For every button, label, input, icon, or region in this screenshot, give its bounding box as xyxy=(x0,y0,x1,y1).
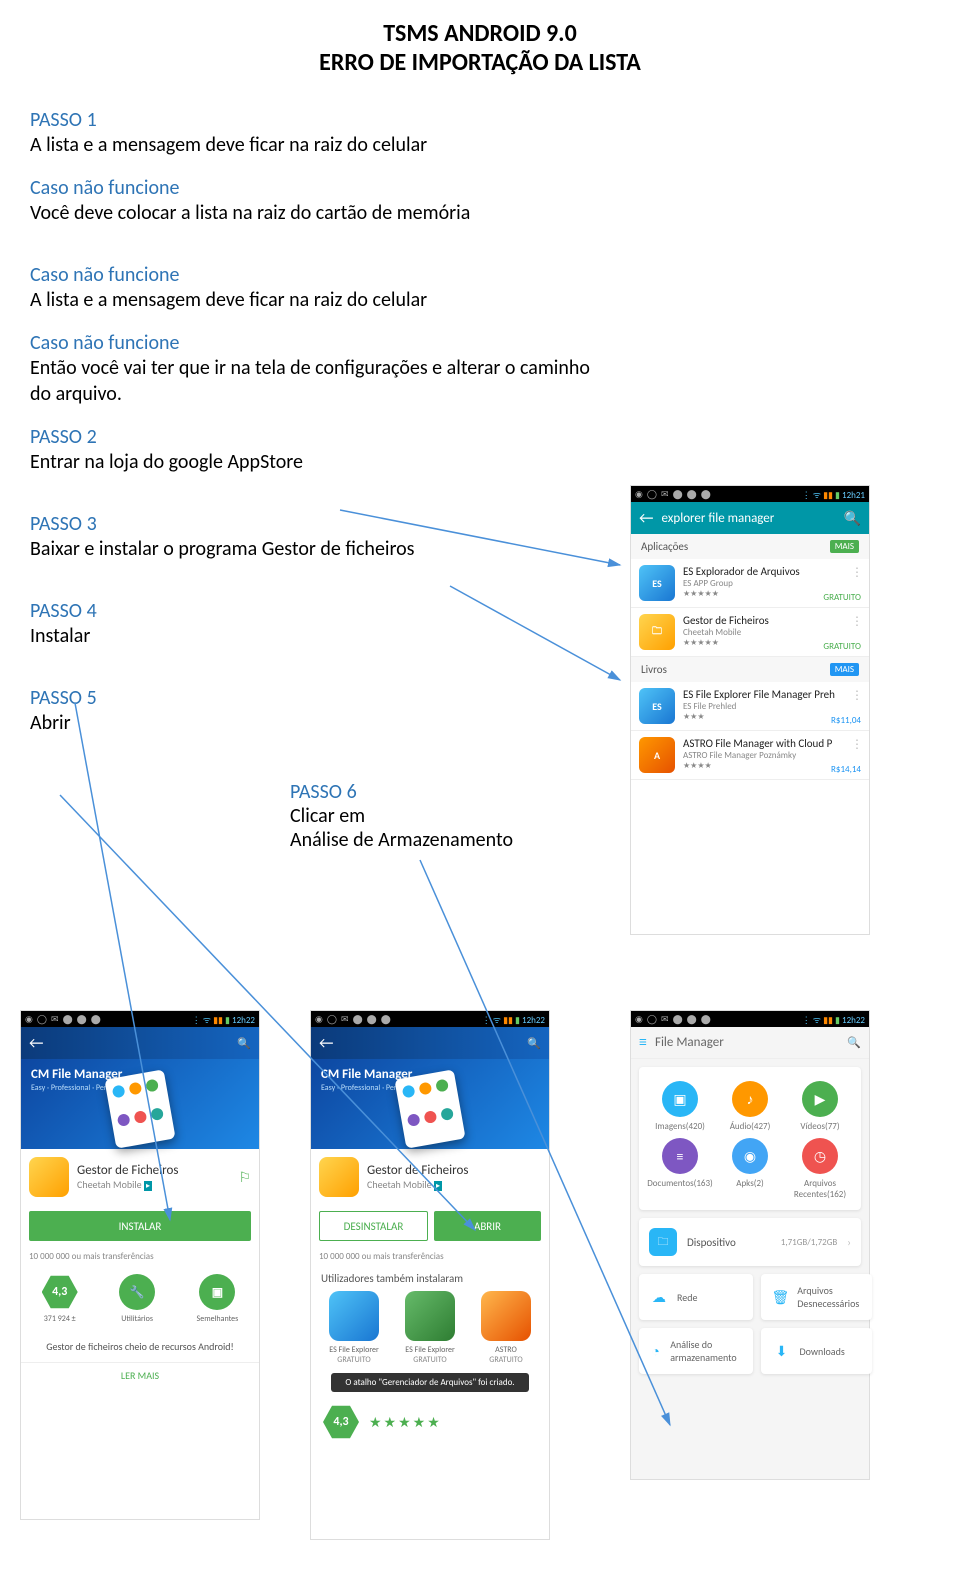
read-more-button[interactable]: LER MAIS xyxy=(21,1362,259,1388)
playstore-search-screenshot: ◉ ◯ ✉ ⬤ ⬤ ⬤ ⋮ ᯤ ▮▮ ▮ 12h21 ← explorer fi… xyxy=(630,485,870,935)
detail-header: ← 🔍 xyxy=(311,1027,549,1059)
app-row[interactable]: ES ES Explorador de ArquivosES APP Group… xyxy=(631,559,869,608)
menu-icon[interactable]: ≡ xyxy=(639,1033,647,1052)
app-description: Gestor de ficheiros cheio de recursos An… xyxy=(21,1332,259,1362)
step6-text2: Análise de Armazenamento xyxy=(290,828,513,852)
also-item[interactable]: ES File ExplorerGRATUITO xyxy=(319,1291,389,1365)
fm-category[interactable]: ▶Vídeos(77) xyxy=(787,1081,853,1132)
step2-label: PASSO 2 xyxy=(30,425,590,449)
search-icon[interactable]: 🔍 xyxy=(847,1036,861,1049)
cnf2-label: Caso não funcione xyxy=(30,263,590,287)
step6-text1: Clicar em xyxy=(290,804,513,828)
stats-row: 4,3371 924 ± 🔧Utilitários ▣Semelhantes xyxy=(21,1266,259,1332)
search-icon[interactable]: 🔍 xyxy=(237,1037,251,1050)
fm-header: ≡ File Manager 🔍 xyxy=(631,1027,869,1059)
rating-row: 4,3 ★★★★★ xyxy=(311,1396,549,1448)
hero-banner: CM File Manager Easy · Professional · Pe… xyxy=(21,1059,259,1149)
app-icon: 🗀 xyxy=(639,614,675,650)
page-title: TSMS ANDROID 9.0 ERRO DE IMPORTAÇÃO DA L… xyxy=(30,20,930,78)
uninstall-button[interactable]: DESINSTALAR xyxy=(319,1211,428,1241)
more-icon[interactable]: ⋮ xyxy=(851,737,863,752)
detail-header: ← 🔍 xyxy=(21,1027,259,1059)
folder-icon: 🗀 xyxy=(649,1228,677,1256)
fm-category[interactable]: ◉Apks(2) xyxy=(717,1138,783,1200)
fm-tile[interactable]: ⬇Downloads xyxy=(761,1328,871,1374)
toast-message: O atalho "Gerenciador de Arquivos" foi c… xyxy=(331,1373,529,1392)
back-icon[interactable]: ← xyxy=(29,1034,43,1053)
app-icon: A xyxy=(639,737,675,773)
search-icon[interactable]: 🔍 xyxy=(527,1037,541,1050)
more-icon[interactable]: ⋮ xyxy=(851,565,863,580)
cnf2-text: A lista e a mensagem deve ficar na raiz … xyxy=(30,287,590,313)
play-search-header: ← explorer file manager 🔍 xyxy=(631,502,869,534)
step3-text: Baixar e instalar o programa Gestor de f… xyxy=(30,536,590,562)
transfer-count: 10 000 000 ou mais transferências xyxy=(21,1247,259,1266)
chevron-right-icon: › xyxy=(847,1236,851,1249)
step1-text: A lista e a mensagem deve ficar na raiz … xyxy=(30,132,590,158)
app-row[interactable]: 🗀 Gestor de FicheirosCheetah Mobile★★★★★… xyxy=(631,608,869,657)
search-icon[interactable]: 🔍 xyxy=(844,510,861,527)
fm-category[interactable]: ◷Arquivos Recentes(162) xyxy=(787,1138,853,1200)
back-icon[interactable]: ← xyxy=(319,1034,333,1053)
step4-text: Instalar xyxy=(30,623,590,649)
section-apps: Aplicações MAIS xyxy=(631,534,869,559)
mais-badge[interactable]: MAIS xyxy=(830,540,859,553)
app-icon xyxy=(29,1157,69,1197)
also-item[interactable]: ASTROGRATUITO xyxy=(471,1291,541,1365)
install-button[interactable]: INSTALAR xyxy=(29,1211,251,1241)
fm-category[interactable]: ♪Áudio(427) xyxy=(717,1081,783,1132)
step5-text: Abrir xyxy=(30,710,590,736)
fm-tile[interactable]: ☁Rede xyxy=(639,1274,753,1320)
app-row[interactable]: A ASTRO File Manager with Cloud PASTRO F… xyxy=(631,731,869,780)
step5-label: PASSO 5 xyxy=(30,686,590,710)
status-bar: ◉ ◯ ✉ ⬤ ⬤ ⬤ ⋮ ᯤ ▮▮ ▮ 12h22 xyxy=(311,1011,549,1027)
step3-label: PASSO 3 xyxy=(30,512,590,536)
fm-tile[interactable]: ◔Análise do armazenamento xyxy=(639,1328,753,1374)
mais-badge[interactable]: MAIS xyxy=(830,663,859,676)
transfer-count: 10 000 000 ou mais transferências xyxy=(311,1247,549,1266)
step1-label: PASSO 1 xyxy=(30,108,590,132)
also-installed-title: Utilizadores também instalaram xyxy=(311,1266,549,1291)
also-item[interactable]: ES File ExplorerGRATUITO xyxy=(395,1291,465,1365)
search-term[interactable]: explorer file manager xyxy=(661,511,835,526)
hero-banner: CM File Manager Easy · Professional · Pe… xyxy=(311,1059,549,1149)
app-row[interactable]: ES ES File Explorer File Manager PrehES … xyxy=(631,682,869,731)
bookmark-icon[interactable]: ⚐ xyxy=(238,1169,251,1186)
open-button[interactable]: ABRIR xyxy=(434,1211,541,1241)
step6-label: PASSO 6 xyxy=(290,780,513,804)
fm-tile[interactable]: 🗑Arquivos Desnecessários xyxy=(761,1274,871,1320)
app-header-row: Gestor de Ficheiros Cheetah Mobile ▸ ⚐ xyxy=(21,1149,259,1205)
app-icon: ES xyxy=(639,565,675,601)
status-bar: ◉ ◯ ✉ ⬤ ⬤ ⬤ ⋮ ᯤ ▮▮ ▮ 12h22 xyxy=(631,1011,869,1027)
step4-label: PASSO 4 xyxy=(30,599,590,623)
fm-category[interactable]: ≡Documentos(163) xyxy=(647,1138,713,1200)
cnf1-text: Você deve colocar a lista na raiz do car… xyxy=(30,200,590,226)
cnf3-text: Então você vai ter que ir na tela de con… xyxy=(30,355,590,407)
device-storage-row[interactable]: 🗀 Dispositivo 1,71GB/1,72GB › xyxy=(639,1218,861,1266)
more-icon[interactable]: ⋮ xyxy=(851,688,863,703)
appdetail-open-screenshot: ◉ ◯ ✉ ⬤ ⬤ ⬤ ⋮ ᯤ ▮▮ ▮ 12h22 ← 🔍 CM File M… xyxy=(310,1010,550,1540)
app-icon: ES xyxy=(639,688,675,724)
section-books: Livros MAIS xyxy=(631,657,869,682)
app-header-row: Gestor de Ficheiros Cheetah Mobile ▸ xyxy=(311,1149,549,1205)
status-bar: ◉ ◯ ✉ ⬤ ⬤ ⬤ ⋮ ᯤ ▮▮ ▮ 12h22 xyxy=(21,1011,259,1027)
filemanager-screenshot: ◉ ◯ ✉ ⬤ ⬤ ⬤ ⋮ ᯤ ▮▮ ▮ 12h22 ≡ File Manage… xyxy=(630,1010,870,1480)
cnf3-label: Caso não funcione xyxy=(30,331,590,355)
cnf1-label: Caso não funcione xyxy=(30,176,590,200)
appdetail-install-screenshot: ◉ ◯ ✉ ⬤ ⬤ ⬤ ⋮ ᯤ ▮▮ ▮ 12h22 ← 🔍 CM File M… xyxy=(20,1010,260,1520)
category-grid: ▣Imagens(420)♪Áudio(427)▶Vídeos(77) ≡Docu… xyxy=(639,1067,861,1210)
status-bar: ◉ ◯ ✉ ⬤ ⬤ ⬤ ⋮ ᯤ ▮▮ ▮ 12h21 xyxy=(631,486,869,502)
app-icon xyxy=(319,1157,359,1197)
back-icon[interactable]: ← xyxy=(639,509,653,528)
more-icon[interactable]: ⋮ xyxy=(851,614,863,629)
step2-text: Entrar na loja do google AppStore xyxy=(30,449,590,475)
fm-category[interactable]: ▣Imagens(420) xyxy=(647,1081,713,1132)
